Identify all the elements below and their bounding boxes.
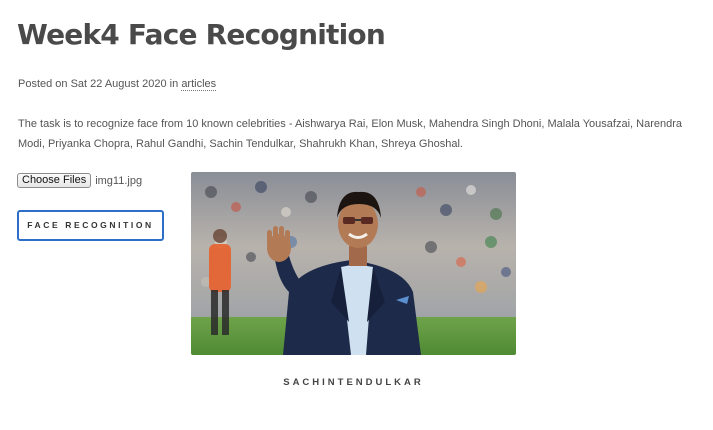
recognition-result: SACHINTENDULKAR [283, 377, 424, 388]
face-recognition-button[interactable]: FACE RECOGNITION [17, 210, 164, 241]
file-upload: Choose Files img11.jpg [17, 173, 142, 188]
uploaded-photo [191, 172, 516, 355]
category-link[interactable]: articles [181, 78, 217, 91]
page-title: Week4 Face Recognition [17, 18, 386, 51]
selected-file-name: img11.jpg [95, 174, 143, 187]
photo-illustration [191, 172, 516, 355]
task-description: The task is to recognize face from 10 kn… [18, 118, 683, 150]
post-meta: Posted on Sat 22 August 2020 in articles [18, 78, 217, 91]
choose-files-button[interactable]: Choose Files [17, 173, 92, 188]
posted-on-text: Posted on Sat 22 August 2020 in [18, 78, 179, 90]
